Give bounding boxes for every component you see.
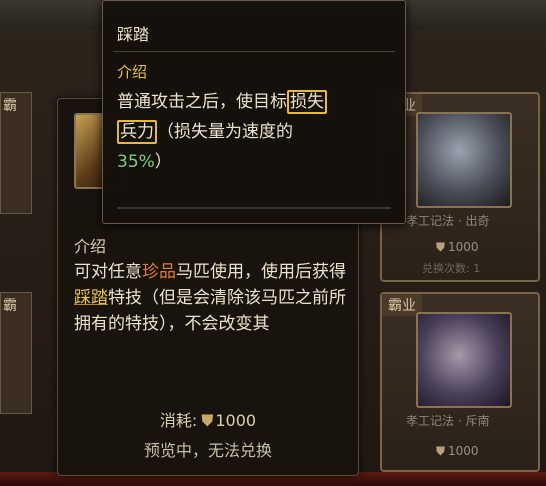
- item-tooltip-section-title: 介绍: [74, 237, 107, 256]
- shop-item-card[interactable]: 霸业 孝工记法 · 斥南 ⛊ 1000: [380, 292, 540, 472]
- card-tag: 霸: [3, 298, 17, 314]
- divider: [113, 51, 395, 52]
- card-tag: 霸: [3, 98, 17, 114]
- item-name: 孝工记法 · 出奇: [406, 214, 490, 228]
- percent-value: 35%: [117, 152, 155, 172]
- keyword-box: 损失: [287, 90, 327, 114]
- skill-tooltip-description: 普通攻击之后，使目标 损失 兵力 （损失量为速度的 35%）: [117, 87, 399, 177]
- skill-tooltip-section-title: 介绍: [117, 63, 148, 81]
- skill-link[interactable]: 踩踏: [74, 288, 108, 308]
- divider: [117, 207, 391, 209]
- item-price: ⛊ 1000: [436, 444, 479, 458]
- skill-tooltip: 踩踏 介绍 普通攻击之后，使目标 损失 兵力 （损失量为速度的 35%）: [102, 0, 406, 224]
- item-tooltip-description: 可对任意珍品马匹使用，使用后获得踩踏特技（但是会清除该马匹之前所拥有的特技），不…: [74, 262, 346, 334]
- left-card-fragment[interactable]: 霸: [0, 92, 32, 214]
- preview-notice: 预览中，无法兑换: [143, 441, 272, 460]
- item-name: 孝工记法 · 斥南: [406, 414, 490, 428]
- exchange-cost: 消耗: ⛊ 1000: [159, 411, 257, 430]
- shield-coin-icon: ⛊: [201, 411, 214, 430]
- scroll-item-icon: [416, 312, 512, 408]
- item-price: ⛊ 1000: [436, 240, 479, 254]
- shield-coin-icon: ⛊: [436, 240, 446, 254]
- exchange-count: 兑换次数: 1: [422, 262, 481, 275]
- keyword-box: 兵力: [117, 120, 157, 144]
- skill-tooltip-title: 踩踏: [117, 25, 150, 44]
- left-card-fragment[interactable]: 霸: [0, 292, 32, 414]
- scroll-item-icon: [416, 112, 512, 208]
- shield-coin-icon: ⛊: [436, 444, 446, 458]
- rare-quality-highlight: 珍品: [142, 262, 176, 282]
